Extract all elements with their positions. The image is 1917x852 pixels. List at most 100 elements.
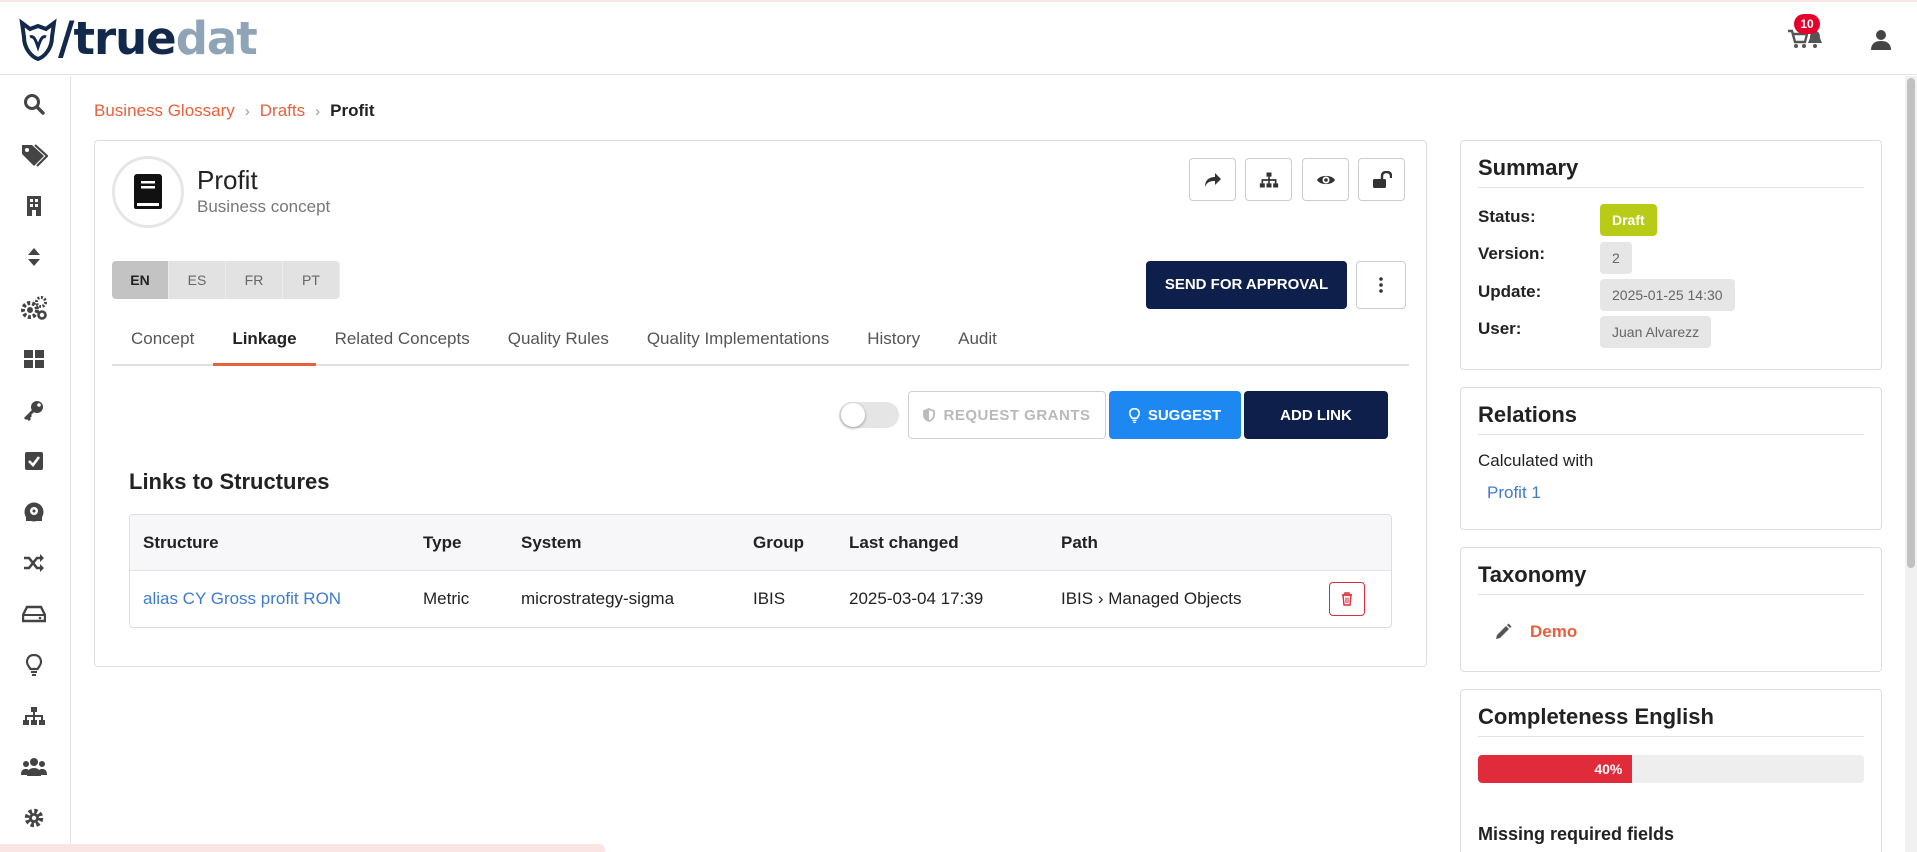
tab-audit[interactable]: Audit: [939, 314, 1016, 366]
language-selector: EN ES FR PT: [112, 261, 340, 299]
send-for-approval-button[interactable]: SEND FOR APPROVAL: [1146, 261, 1347, 309]
check-square-icon: [25, 452, 43, 470]
column-header-system[interactable]: System: [508, 533, 740, 553]
column-header-group[interactable]: Group: [740, 533, 836, 553]
logo-text: /truedat: [58, 12, 258, 65]
status-label: Status:: [1478, 207, 1536, 226]
page-scrollbar[interactable]: [1905, 76, 1917, 852]
request-grants-label: REQUEST GRANTS: [943, 406, 1091, 424]
tab-quality-implementations[interactable]: Quality Implementations: [628, 314, 848, 366]
tags-icon: [22, 144, 48, 167]
column-header-type[interactable]: Type: [410, 533, 508, 553]
lang-es-button[interactable]: ES: [169, 261, 226, 299]
lang-pt-button[interactable]: PT: [283, 261, 340, 299]
breadcrumb-drafts[interactable]: Drafts: [260, 101, 305, 121]
breadcrumb-business-glossary[interactable]: Business Glossary: [94, 101, 235, 121]
ellipsis-vertical-icon: [1379, 277, 1383, 293]
taxonomy-domain-link[interactable]: Demo: [1530, 622, 1577, 642]
delete-link-button[interactable]: [1329, 582, 1365, 616]
breadcrumb: Business Glossary › Drafts › Profit: [94, 101, 375, 121]
column-header-structure[interactable]: Structure: [130, 533, 410, 553]
tab-related-concepts[interactable]: Related Concepts: [316, 314, 489, 366]
building-icon: [27, 196, 41, 216]
user-badge: Juan Alvarezz: [1600, 316, 1712, 348]
missing-fields-title: Missing required fields: [1478, 824, 1675, 844]
toggle-knob: [841, 403, 865, 427]
completeness-progress-bar: 40%: [1478, 755, 1864, 783]
structure-link[interactable]: alias CY Gross profit RON: [130, 589, 410, 609]
scrollbar-thumb[interactable]: [1907, 78, 1915, 568]
sidebar-item-ingests[interactable]: [18, 547, 50, 579]
search-icon: [24, 94, 45, 115]
completeness-title: Completeness English: [1478, 704, 1864, 737]
sidebar-item-search[interactable]: [18, 88, 50, 120]
sidebar-item-suggestions[interactable]: [18, 649, 50, 681]
sort-icon: [28, 248, 40, 266]
pencil-icon: [1496, 623, 1512, 639]
toast-edge: [0, 844, 605, 852]
user-menu-button[interactable]: [1870, 26, 1898, 54]
sitemap-icon: [23, 707, 45, 725]
version-label: Version:: [1478, 244, 1546, 263]
completeness-progress-fill: 40%: [1478, 755, 1633, 783]
request-grants-button[interactable]: REQUEST GRANTS: [908, 391, 1106, 439]
sidebar-item-lineage[interactable]: [18, 241, 50, 273]
lang-fr-button[interactable]: FR: [226, 261, 283, 299]
sidebar-item-storage[interactable]: [18, 598, 50, 630]
share-button[interactable]: [1189, 158, 1236, 201]
unlock-button[interactable]: [1358, 158, 1405, 201]
sidebar-item-quality[interactable]: [18, 445, 50, 477]
column-header-last-changed[interactable]: Last changed: [836, 533, 1048, 553]
tab-history[interactable]: History: [848, 314, 939, 366]
sidebar-item-glossary[interactable]: [18, 139, 50, 171]
top-bar: /truedat 10: [0, 0, 1917, 75]
subscribe-button[interactable]: [1302, 158, 1349, 201]
version-badge: 2: [1600, 242, 1632, 274]
tab-linkage[interactable]: Linkage: [213, 314, 316, 366]
concept-avatar: [112, 156, 184, 228]
links-to-structures-title: Links to Structures: [129, 469, 330, 494]
dashboard-icon: [24, 350, 44, 368]
concept-tabs: Concept Linkage Related Concepts Quality…: [112, 314, 1409, 366]
breadcrumb-separator: ›: [315, 102, 321, 120]
suggest-button[interactable]: SUGGEST: [1109, 391, 1241, 439]
eye-icon: [1316, 175, 1335, 184]
hierarchy-button[interactable]: [1245, 158, 1292, 201]
sidebar-item-grants[interactable]: [18, 394, 50, 426]
sidebar-item-hierarchy[interactable]: [18, 700, 50, 732]
tab-concept[interactable]: Concept: [112, 314, 213, 366]
add-link-button[interactable]: ADD LINK: [1244, 391, 1388, 439]
sidebar-item-settings[interactable]: [18, 802, 50, 834]
user-label: User:: [1478, 319, 1522, 338]
cell-last-changed: 2025-03-04 17:39: [849, 589, 984, 608]
breadcrumb-current: Profit: [330, 101, 375, 120]
cogs-icon: [21, 296, 47, 320]
sidebar-item-configuration[interactable]: [18, 292, 50, 324]
sidebar-item-sources[interactable]: [18, 496, 50, 528]
column-header-path[interactable]: Path: [1048, 533, 1316, 553]
sidebar-item-users[interactable]: [18, 751, 50, 783]
sidebar-item-domains[interactable]: [18, 190, 50, 222]
grants-toggle[interactable]: [839, 402, 899, 428]
cell-type: Metric: [423, 589, 470, 608]
disk-icon: [24, 502, 44, 522]
update-label: Update:: [1478, 282, 1542, 301]
sidebar-item-dashboard[interactable]: [18, 343, 50, 375]
summary-card: Summary Status: Draft Version: 2 Update:…: [1460, 140, 1882, 370]
relations-group-label: Calculated with: [1478, 451, 1594, 470]
lightbulb-icon: [1128, 407, 1140, 423]
structures-table: Structure Type System Group Last changed…: [129, 514, 1392, 628]
concept-type: Business concept: [197, 197, 331, 216]
relation-link[interactable]: Profit 1: [1487, 483, 1541, 503]
more-actions-button[interactable]: [1356, 261, 1406, 309]
truedat-logo[interactable]: /truedat: [18, 12, 258, 65]
gear-icon: [24, 808, 44, 828]
concept-card: Profit Business concept EN ES FR PT SEND…: [94, 140, 1427, 667]
lang-en-button[interactable]: EN: [112, 261, 169, 299]
status-badge: Draft: [1600, 204, 1657, 236]
key-icon: [23, 401, 43, 421]
taxonomy-card: Taxonomy Demo: [1460, 547, 1882, 672]
tab-quality-rules[interactable]: Quality Rules: [489, 314, 628, 366]
trash-icon: [1342, 592, 1352, 606]
cell-system: microstrategy-sigma: [521, 589, 675, 608]
